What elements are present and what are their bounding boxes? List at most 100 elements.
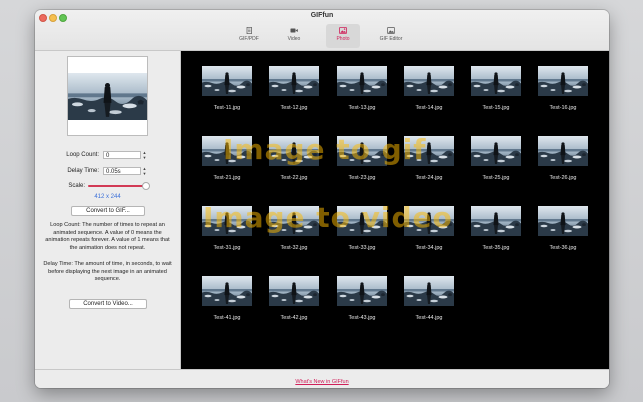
convert-to-video-button[interactable]: Convert to Video... [69,299,147,309]
image-thumbnail[interactable]: Test-14.jpg [404,66,454,111]
delay-time-stepper[interactable]: ▲ ▼ [142,166,147,176]
thumbnail-image [269,66,319,96]
thumbnail-image [269,136,319,166]
thumbnail-image [337,66,387,96]
thumbnail-image [202,136,252,166]
convert-to-gif-button[interactable]: Convert to GIF... [71,206,145,216]
footer-bar: What's New in GIFfun [35,369,609,388]
thumbnail-image [202,66,252,96]
thumbnail-filename: Test-13.jpg [348,105,376,111]
window-title: GIFfun [310,12,334,19]
image-thumbnail[interactable]: Test-11.jpg [202,66,252,111]
thumbnail-image [269,276,319,306]
thumbnail-filename: Test-44.jpg [415,315,443,321]
thumbnail-image [538,206,588,236]
image-thumbnail[interactable]: Test-33.jpg [337,206,387,251]
image-thumbnail[interactable]: Test-24.jpg [404,136,454,181]
image-thumbnail[interactable]: Test-25.jpg [471,136,521,181]
thumbnail-filename: Test-42.jpg [280,315,308,321]
image-thumbnail[interactable]: Test-36.jpg [538,206,588,251]
thumbnail-image [471,136,521,166]
image-thumbnail[interactable]: Test-44.jpg [404,276,454,321]
tab-photo[interactable]: Photo [326,24,360,48]
scale-label: Scale: [68,183,85,189]
thumbnail-image [337,206,387,236]
title-bar: GIFfun GIF/PDF Video Photo GIF Editor [35,10,609,51]
thumbnail-image [471,66,521,96]
loop-count-label: Loop Count: [66,152,99,158]
output-size-readout: 412 x 244 [94,194,121,200]
thumbnail-image [269,206,319,236]
tab-label: Photo [336,36,350,42]
image-thumbnail[interactable]: Test-34.jpg [404,206,454,251]
thumbnail-filename: Test-23.jpg [348,175,376,181]
thumbnail-filename: Test-26.jpg [549,175,577,181]
thumbnail-filename: Test-33.jpg [348,245,376,251]
image-thumbnail[interactable]: Test-41.jpg [202,276,252,321]
document-icon [246,27,252,34]
settings-panel: Loop Count: 0 ▲ ▼ Delay Time: 0.05s ▲ ▼ Sc… [35,51,181,369]
tab-video[interactable]: Video [279,24,309,48]
thumbnail-image [404,66,454,96]
image-to-gif-watermark: Image to gif [223,133,427,166]
thumbnail-image [202,206,252,236]
delay-time-field[interactable]: 0.05s [103,167,141,175]
image-editor-icon [387,27,395,34]
thumbnail-image [404,276,454,306]
thumbnail-image [202,276,252,306]
image-thumbnail[interactable]: Test-26.jpg [538,136,588,181]
thumbnail-image [404,206,454,236]
thumbnail-filename: Test-41.jpg [213,315,241,321]
thumbnail-image [404,136,454,166]
loop-count-help-text: Loop Count: The number of times to repea… [45,222,170,251]
thumbnail-image [337,136,387,166]
tab-label: GIF/PDF [239,36,259,42]
image-thumbnail[interactable]: Test-22.jpg [269,136,319,181]
thumbnail-filename: Test-31.jpg [213,245,241,251]
preview-image [68,73,147,120]
thumbnail-filename: Test-12.jpg [280,105,308,111]
whats-new-link[interactable]: What's New in GIFfun [295,379,348,385]
thumbnail-filename: Test-21.jpg [213,175,241,181]
thumbnail-filename: Test-43.jpg [348,315,376,321]
thumbnail-filename: Test-32.jpg [280,245,308,251]
tab-label: GIF Editor [379,36,403,42]
thumbnail-filename: Test-25.jpg [482,175,510,181]
image-grid[interactable]: Test-11.jpg Test-12.jpg Test-13.jpg Test-14… [181,51,609,369]
thumbnail-image [538,136,588,166]
image-thumbnail[interactable]: Test-42.jpg [269,276,319,321]
delay-time-help-text: Delay Time: The amount of time, in secon… [43,261,172,283]
thumbnail-filename: Test-35.jpg [482,245,510,251]
image-thumbnail[interactable]: Test-35.jpg [471,206,521,251]
image-thumbnail[interactable]: Test-21.jpg [202,136,252,181]
thumbnail-filename: Test-34.jpg [415,245,443,251]
thumbnail-filename: Test-16.jpg [549,105,577,111]
scale-slider-track[interactable] [88,185,146,187]
thumbnail-filename: Test-22.jpg [280,175,308,181]
scale-slider-knob[interactable] [142,182,150,190]
thumbnail-filename: Test-15.jpg [482,105,510,111]
video-camera-icon [290,28,298,33]
loop-count-stepper[interactable]: ▲ ▼ [142,150,147,160]
image-thumbnail[interactable]: Test-15.jpg [471,66,521,111]
image-thumbnail[interactable]: Test-31.jpg [202,206,252,251]
thumbnail-image [538,66,588,96]
image-thumbnail[interactable]: Test-12.jpg [269,66,319,111]
tab-gif-pdf[interactable]: GIF/PDF [232,24,266,48]
loop-count-field[interactable]: 0 [103,151,141,159]
thumbnail-filename: Test-14.jpg [415,105,443,111]
preview-box [67,56,148,136]
thumbnail-image [337,276,387,306]
delay-time-label: Delay Time: [67,168,99,174]
tab-label: Video [287,36,301,42]
thumbnail-filename: Test-11.jpg [213,105,241,111]
image-thumbnail[interactable]: Test-23.jpg [337,136,387,181]
image-thumbnail[interactable]: Test-43.jpg [337,276,387,321]
image-thumbnail[interactable]: Test-32.jpg [269,206,319,251]
image-thumbnail[interactable]: Test-16.jpg [538,66,588,111]
thumbnail-filename: Test-24.jpg [415,175,443,181]
image-thumbnail[interactable]: Test-13.jpg [337,66,387,111]
thumbnail-image [471,206,521,236]
tab-gif-editor[interactable]: GIF Editor [373,24,409,48]
photo-icon [339,27,347,34]
